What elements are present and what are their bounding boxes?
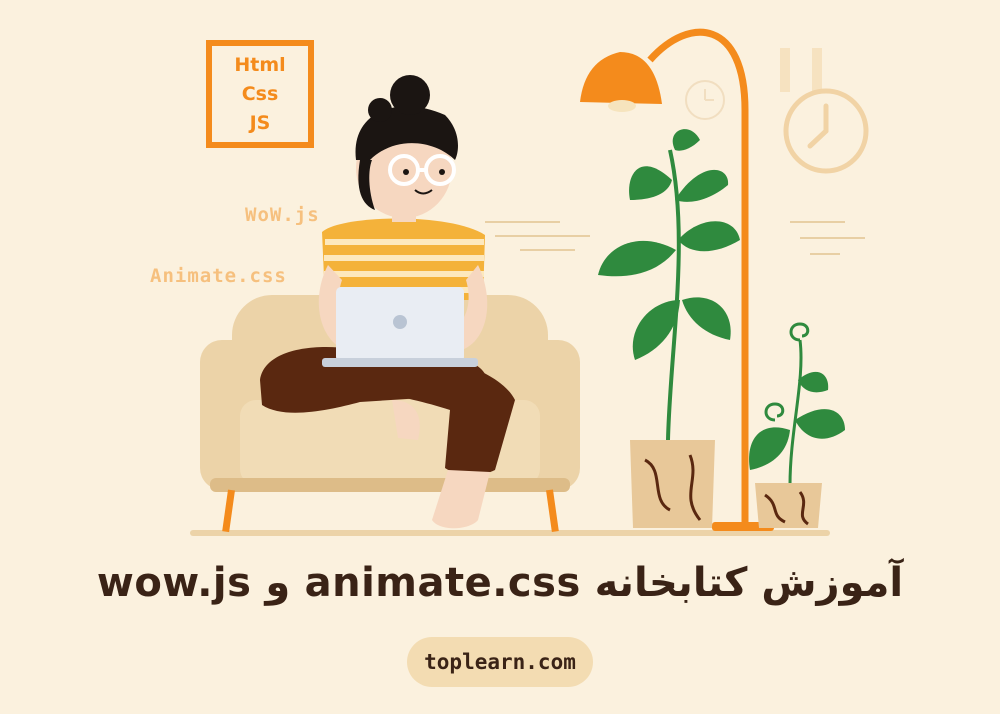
tech-html-label: Html <box>234 53 286 76</box>
potted-plant-icon <box>598 129 740 528</box>
page-title: آموزش کتابخانه animate.css و wow.js <box>96 560 904 606</box>
website-label: toplearn.com <box>424 650 576 674</box>
motion-lines <box>485 221 865 255</box>
small-clock-icon <box>685 80 725 120</box>
wow-js-tag: WoW.js <box>245 204 320 226</box>
animate-css-tag: Animate.css <box>150 265 287 287</box>
banner: Html Css JS WoW.js Animate.css آموزش کتا… <box>0 0 1000 714</box>
tech-stack-box: Html Css JS <box>206 40 314 148</box>
tech-js-label: JS <box>249 111 271 134</box>
illustration <box>190 28 869 536</box>
laptop-icon <box>322 287 478 367</box>
website-link[interactable]: toplearn.com <box>407 637 593 687</box>
small-plant-icon <box>749 322 845 528</box>
wall-clock-icon <box>780 48 869 174</box>
tech-css-label: Css <box>241 82 279 105</box>
